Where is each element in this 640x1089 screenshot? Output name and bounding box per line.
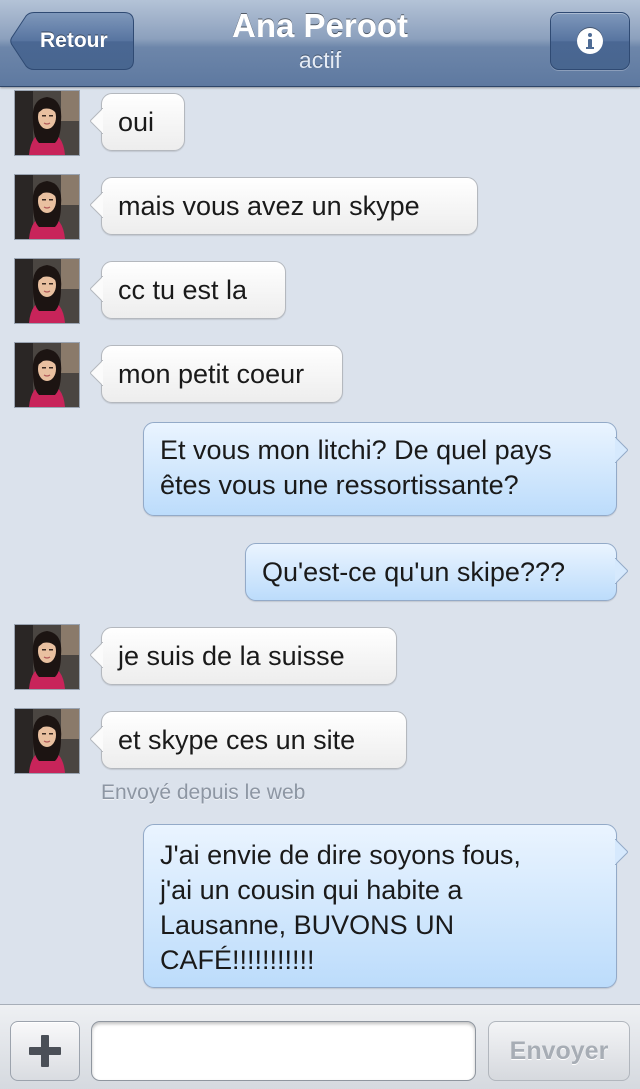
outgoing-message-bubble[interactable]: J'ai envie de dire soyons fous, j'ai un … <box>143 824 628 988</box>
bubble-tail <box>90 274 104 311</box>
incoming-message-bubble[interactable]: oui <box>90 93 185 151</box>
message-input[interactable] <box>91 1021 476 1081</box>
profile-photo-icon <box>15 343 79 407</box>
incoming-message-bubble[interactable]: je suis de la suisse <box>90 627 397 685</box>
profile-photo-icon <box>15 709 79 773</box>
bubble-tail <box>614 837 628 874</box>
bubble-tail <box>90 640 104 677</box>
profile-photo-icon <box>15 259 79 323</box>
message-text: je suis de la suisse <box>118 641 345 671</box>
bubble-tail <box>90 358 104 395</box>
contact-avatar[interactable] <box>14 174 80 240</box>
back-button[interactable]: Retour <box>10 12 134 70</box>
message-line: j'ai un cousin qui habite a <box>160 875 463 905</box>
message-text: cc tu est la <box>118 275 248 305</box>
message-line: J'ai envie de dire soyons fous, <box>160 840 521 870</box>
bubble-tail <box>90 190 104 227</box>
message-text: oui <box>118 107 155 137</box>
message-text: mais vous avez un skype <box>118 191 420 221</box>
incoming-message-bubble[interactable]: mon petit coeur <box>90 345 343 403</box>
plus-icon <box>29 1035 61 1067</box>
contact-avatar[interactable] <box>14 258 80 324</box>
contact-avatar[interactable] <box>14 708 80 774</box>
back-button-label: Retour <box>40 29 108 52</box>
message-line: CAFÉ!!!!!!!!!!! <box>160 945 315 975</box>
messenger-app: Retour Ana Peroot actif oui mais vous av… <box>0 0 640 1089</box>
contact-avatar[interactable] <box>14 624 80 690</box>
profile-photo-icon <box>15 91 79 155</box>
sent-from-web-note: Envoyé depuis le web <box>101 781 306 804</box>
message-line: Et vous mon litchi? De quel pays <box>160 435 552 465</box>
navigation-bar: Retour Ana Peroot actif <box>0 0 640 87</box>
contact-avatar[interactable] <box>14 90 80 156</box>
contact-avatar[interactable] <box>14 342 80 408</box>
profile-photo-icon <box>15 625 79 689</box>
contact-status: actif <box>298 47 342 73</box>
incoming-message-bubble[interactable]: mais vous avez un skype <box>90 177 478 235</box>
contact-name: Ana Peroot <box>231 7 409 44</box>
message-text: mon petit coeur <box>118 359 305 389</box>
info-button[interactable] <box>550 12 630 70</box>
message-line: êtes vous une ressortissante? <box>160 470 519 500</box>
add-attachment-button[interactable] <box>10 1021 80 1081</box>
bubble-tail <box>90 724 104 761</box>
message-text: et skype ces un site <box>118 725 356 755</box>
message-text: Qu'est-ce qu'un skipe??? <box>262 557 565 587</box>
composer-bar: Envoyer <box>0 1004 640 1089</box>
bubble-tail <box>90 106 104 143</box>
info-icon <box>577 28 603 54</box>
incoming-message-bubble[interactable]: cc tu est la <box>90 261 286 319</box>
incoming-message-bubble[interactable]: et skype ces un site <box>90 711 407 769</box>
outgoing-message-bubble[interactable]: Et vous mon litchi? De quel pays êtes vo… <box>143 422 628 516</box>
bubble-tail <box>614 556 628 593</box>
message-list[interactable]: oui mais vous avez un skype cc tu est la… <box>0 86 640 1004</box>
outgoing-message-bubble[interactable]: Qu'est-ce qu'un skipe??? <box>245 543 628 601</box>
bubble-tail <box>614 435 628 472</box>
profile-photo-icon <box>15 175 79 239</box>
send-button[interactable]: Envoyer <box>488 1021 630 1081</box>
message-line: Lausanne, BUVONS UN <box>160 910 455 940</box>
